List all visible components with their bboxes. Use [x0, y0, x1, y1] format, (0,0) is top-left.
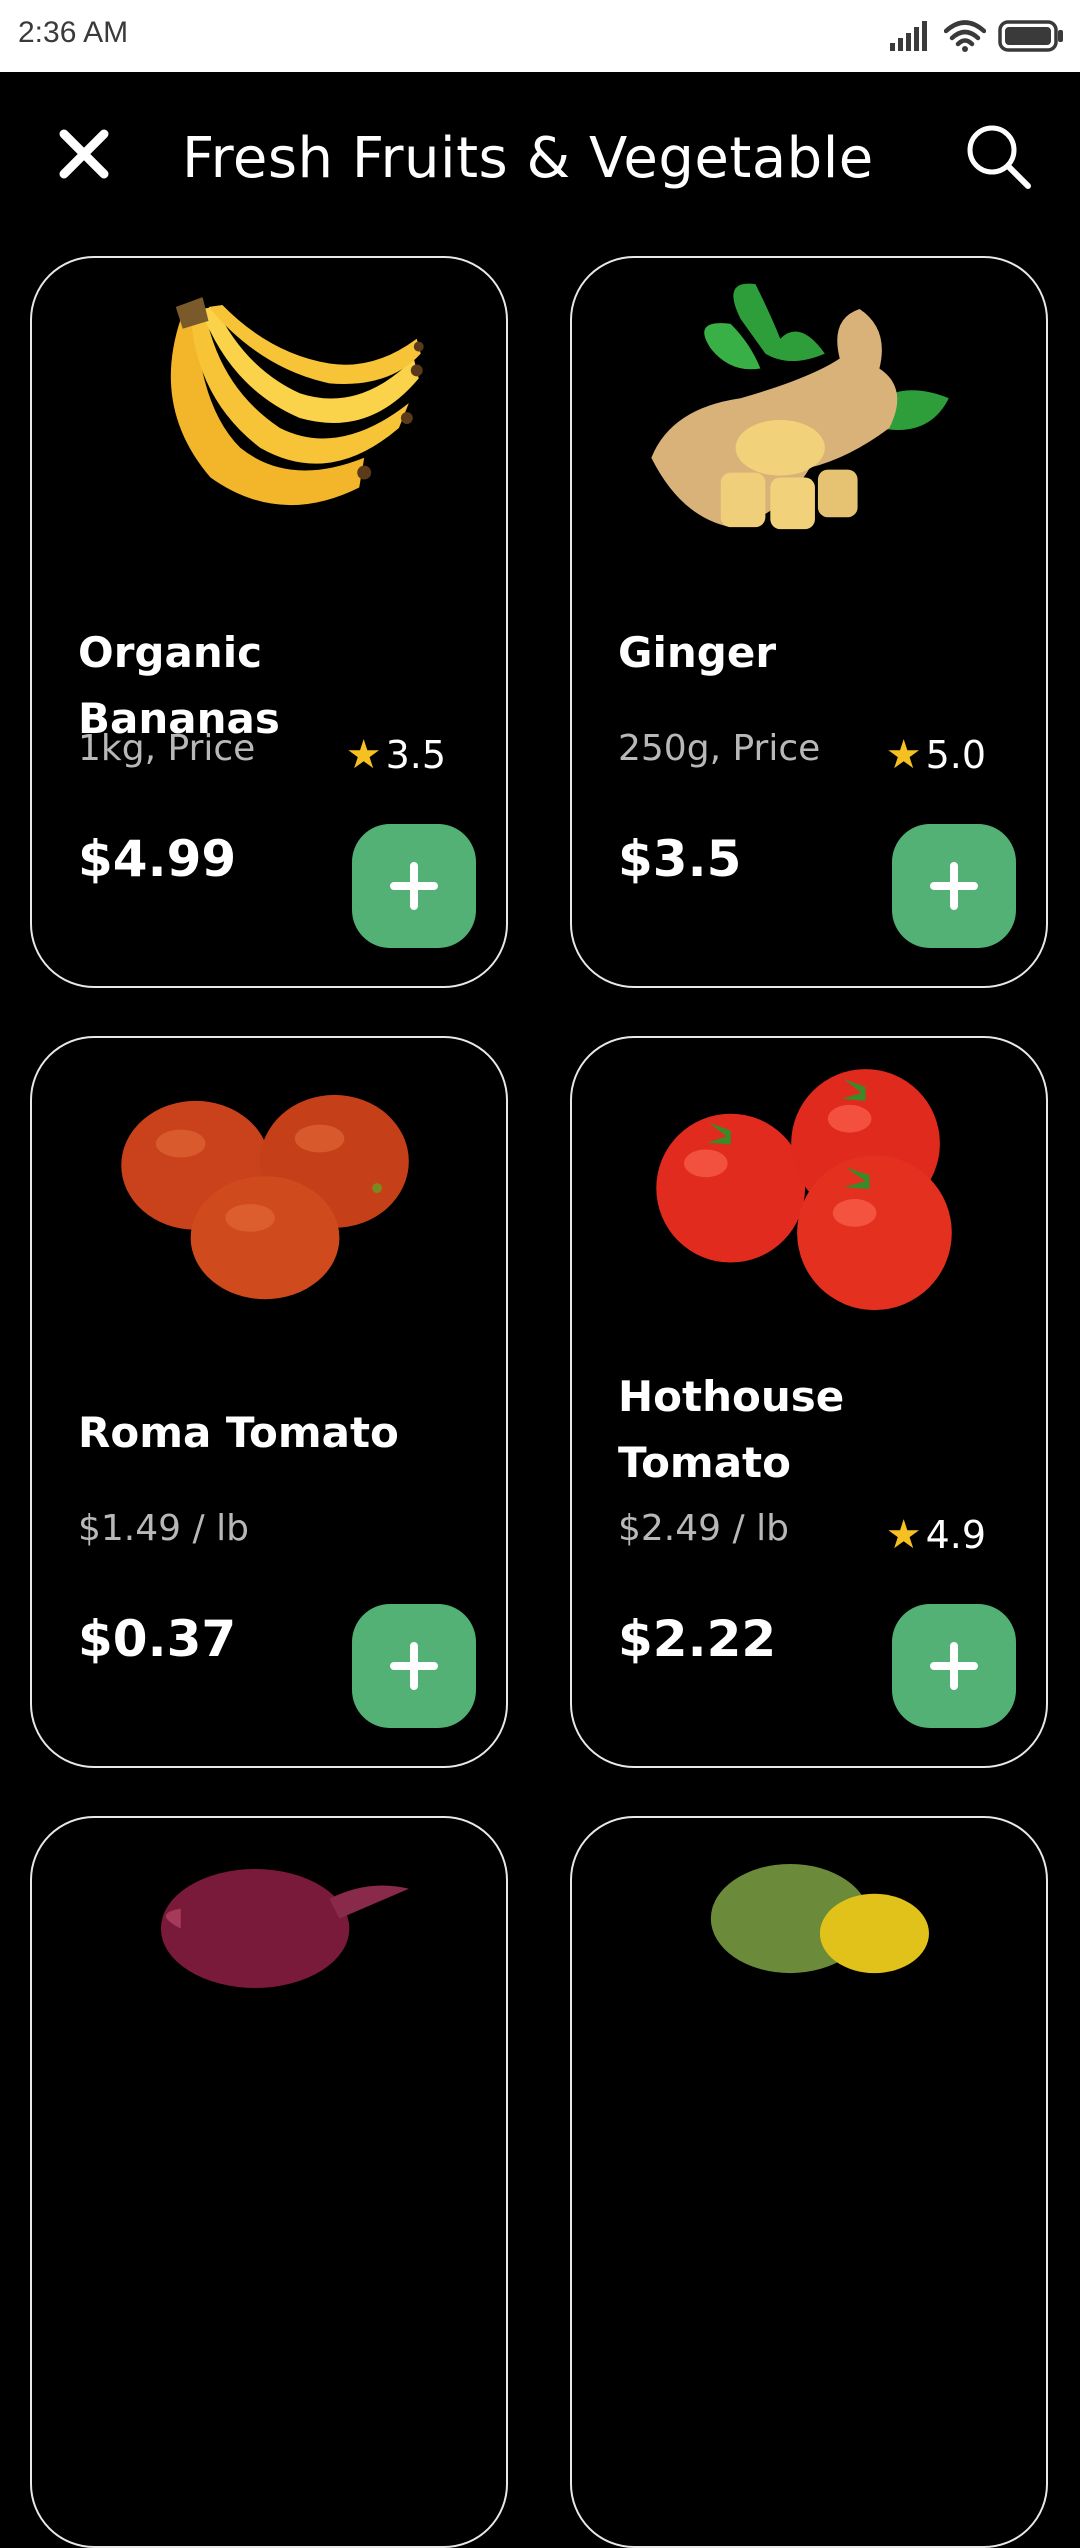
star-icon: ★ [345, 732, 382, 778]
product-unit: $1.49 / lb [78, 1508, 249, 1549]
plus-icon [390, 1642, 438, 1690]
wifi-icon [944, 20, 986, 52]
roma-tomatoes-image [121, 1094, 409, 1300]
product-price: $0.37 [78, 1610, 237, 1668]
product-price: $2.22 [618, 1610, 777, 1668]
rating-value: 3.5 [385, 733, 446, 777]
product-card[interactable]: Roma Tomato $1.49 / lb $0.37 [30, 1036, 508, 1768]
plus-icon [390, 862, 438, 910]
product-rating: ★ 3.5 [346, 732, 446, 778]
product-unit: 250g, Price [618, 728, 821, 769]
rating-value: 5.0 [925, 733, 986, 777]
search-button[interactable] [962, 120, 1034, 192]
close-icon [59, 129, 109, 179]
red-onion-image [160, 1868, 409, 1988]
status-time: 2:36 AM [18, 16, 129, 49]
hothouse-tomatoes-image [656, 1069, 952, 1311]
status-icons [890, 16, 1064, 56]
ginger-image [651, 283, 949, 530]
star-icon: ★ [885, 732, 922, 778]
product-price: $3.5 [618, 830, 742, 888]
plus-icon [930, 862, 978, 910]
product-card[interactable]: Hothouse Tomato $2.49 / lb ★ 4.9 $2.22 [570, 1036, 1048, 1768]
product-card[interactable] [30, 1816, 508, 2548]
product-card[interactable] [570, 1816, 1048, 2548]
star-icon: ★ [885, 1512, 922, 1558]
add-to-cart-button[interactable] [892, 1604, 1016, 1728]
product-unit: $2.49 / lb [618, 1508, 789, 1549]
close-button[interactable] [52, 122, 116, 186]
product-unit: 1kg, Price [78, 728, 256, 769]
bananas-image [170, 297, 424, 506]
peppers-image [710, 1864, 929, 1974]
product-price: $4.99 [78, 830, 237, 888]
plus-icon [930, 1642, 978, 1690]
app-header: Fresh Fruits & Vegetable [0, 72, 1080, 242]
product-rating: ★ 4.9 [886, 1512, 986, 1558]
add-to-cart-button[interactable] [352, 1604, 476, 1728]
add-to-cart-button[interactable] [892, 824, 1016, 948]
battery-icon [998, 20, 1063, 52]
status-bar: 2:36 AM [0, 0, 1080, 72]
search-icon [967, 125, 1031, 189]
product-name: Ginger [618, 628, 777, 677]
page-title: Fresh Fruits & Vegetable [182, 126, 874, 191]
add-to-cart-button[interactable] [352, 824, 476, 948]
product-card[interactable]: Organic Bananas 1kg, Price ★ 3.5 $4.99 [30, 256, 508, 988]
product-card[interactable]: Ginger 250g, Price ★ 5.0 $3.5 [570, 256, 1048, 988]
rating-value: 4.9 [925, 1513, 986, 1557]
signal-icon [890, 21, 927, 51]
product-rating: ★ 5.0 [886, 732, 986, 778]
product-name: Hothouse Tomato [618, 1372, 845, 1487]
product-name: Roma Tomato [78, 1408, 399, 1457]
